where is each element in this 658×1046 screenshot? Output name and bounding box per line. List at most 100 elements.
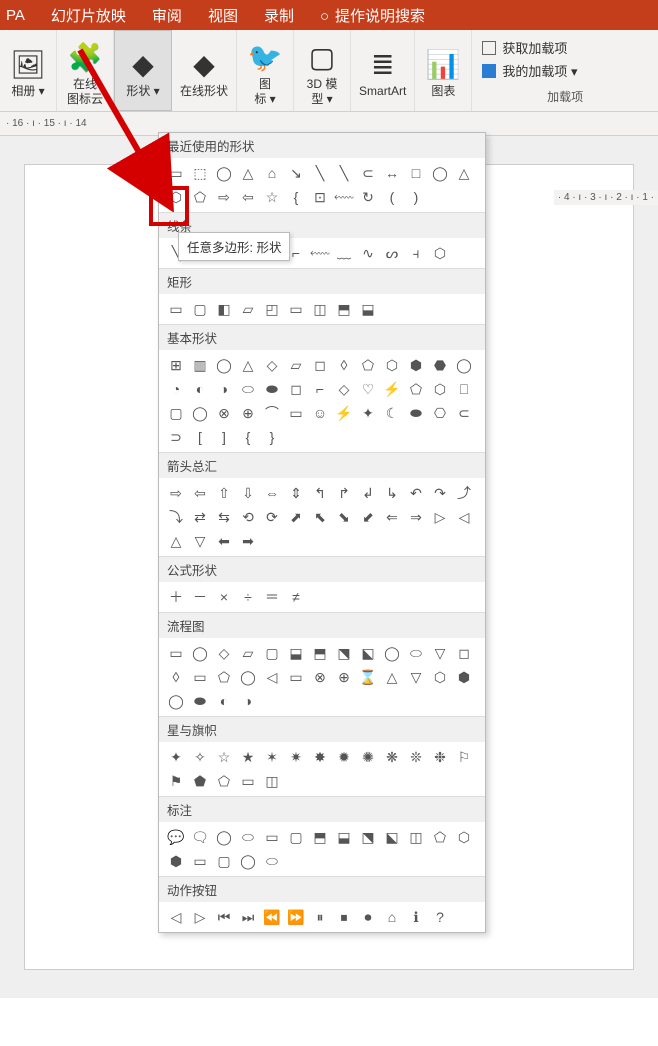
shape-item[interactable]: ◯ <box>453 354 475 376</box>
shape-item[interactable]: ⬔ <box>333 642 355 664</box>
shape-item[interactable]: ⊂ <box>453 402 475 424</box>
shape-item[interactable]: ⏮ <box>213 906 235 928</box>
shape-item[interactable]: ⬡ <box>453 826 475 848</box>
shape-item[interactable]: ⌂ <box>261 162 283 184</box>
shape-item[interactable]: ⫞ <box>405 242 427 264</box>
shape-item[interactable]: ↰ <box>309 482 331 504</box>
shape-item[interactable]: ▭ <box>165 642 187 664</box>
shape-item[interactable]: ⬬ <box>261 378 283 400</box>
shape-item[interactable]: ◯ <box>189 642 211 664</box>
tab-pa[interactable]: PA <box>6 7 25 24</box>
shape-item[interactable]: △ <box>237 354 259 376</box>
shape-item[interactable]: ◁ <box>453 506 475 528</box>
shape-item[interactable]: ⬢ <box>405 354 427 376</box>
shape-item[interactable]: ▢ <box>213 850 235 872</box>
shape-item[interactable]: ◑ <box>213 378 235 400</box>
shape-item[interactable]: ◯ <box>165 690 187 712</box>
shape-item[interactable]: ◯ <box>237 666 259 688</box>
shape-item[interactable]: ▢ <box>165 402 187 424</box>
shape-item[interactable]: ⬓ <box>333 826 355 848</box>
shape-item[interactable]: ✦ <box>165 746 187 768</box>
shape-item[interactable]: ◰ <box>261 298 283 320</box>
tab-review[interactable]: 审阅 <box>152 5 182 26</box>
shape-item[interactable]: } <box>261 426 283 448</box>
shape-item[interactable]: ◇ <box>213 642 235 664</box>
shape-item[interactable]: ↷ <box>429 482 451 504</box>
shape-item[interactable]: ▭ <box>285 666 307 688</box>
shape-item[interactable]: ▱ <box>237 642 259 664</box>
shape-item[interactable]: ↻ <box>357 186 379 208</box>
shape-item[interactable]: ↔ <box>381 162 403 184</box>
ribbon-button-2[interactable]: ◆形状 <box>114 30 172 111</box>
ribbon-button-0[interactable]: 🖼相册 <box>0 30 57 111</box>
shape-item[interactable]: ⬕ <box>357 642 379 664</box>
shape-item[interactable]: ⬠ <box>405 378 427 400</box>
shape-item[interactable]: ▽ <box>405 666 427 688</box>
shape-item[interactable]: ▽ <box>429 642 451 664</box>
shape-item[interactable]: ⊗ <box>213 402 235 424</box>
shape-item[interactable]: ⬚ <box>189 162 211 184</box>
shape-item[interactable]: ↘ <box>285 162 307 184</box>
shape-item[interactable]: ▥ <box>189 354 211 376</box>
shape-item[interactable]: ▢ <box>285 826 307 848</box>
shape-item[interactable]: × <box>213 586 235 608</box>
shape-item[interactable]: ⊞ <box>165 354 187 376</box>
shape-item[interactable]: ♡ <box>357 378 379 400</box>
shape-item[interactable]: 💬 <box>165 826 187 848</box>
shape-item[interactable]: ❉ <box>429 746 451 768</box>
shape-item[interactable]: ◐ <box>213 690 235 712</box>
shape-item[interactable]: ★ <box>237 746 259 768</box>
shape-item[interactable]: ❋ <box>381 746 403 768</box>
shape-item[interactable]: ↱ <box>333 482 355 504</box>
shape-item[interactable]: ⇦ <box>237 186 259 208</box>
my-addins[interactable]: 我的加载项 ▾ <box>482 61 648 80</box>
shape-item[interactable]: ÷ <box>237 586 259 608</box>
shape-item[interactable]: ✷ <box>285 746 307 768</box>
shape-item[interactable]: ✦ <box>357 402 379 424</box>
shape-item[interactable]: ⇩ <box>237 482 259 504</box>
shape-item[interactable]: ⟲ <box>237 506 259 528</box>
shape-item[interactable]: { <box>237 426 259 448</box>
tab-record[interactable]: 录制 <box>264 5 294 26</box>
shape-item[interactable]: ( <box>381 186 403 208</box>
shape-item[interactable]: ⬠ <box>213 770 235 792</box>
shape-item[interactable]: ) <box>405 186 427 208</box>
shape-item[interactable]: ⬅ <box>213 530 235 552</box>
shape-item[interactable]: ⬭ <box>261 850 283 872</box>
shape-item[interactable]: ▭ <box>285 402 307 424</box>
shape-item[interactable]: ⌂ <box>381 906 403 928</box>
ribbon-button-1[interactable]: 🧩在线图标云 <box>57 30 114 111</box>
shape-item[interactable]: ◔ <box>165 378 187 400</box>
shape-item[interactable]: ⎔ <box>429 402 451 424</box>
shape-item[interactable]: ⤴ <box>453 482 475 504</box>
ribbon-button-5[interactable]: ▢3D 模型 <box>294 30 351 111</box>
shape-item[interactable]: ⚡ <box>381 378 403 400</box>
shape-item[interactable]: ▽ <box>189 530 211 552</box>
shape-item[interactable]: ▭ <box>165 162 187 184</box>
shape-item[interactable]: ▢ <box>261 642 283 664</box>
shape-item[interactable]: ⌐ <box>309 378 331 400</box>
shape-item[interactable]: ⊕ <box>333 666 355 688</box>
tab-slideshow[interactable]: 幻灯片放映 <box>51 5 126 26</box>
shape-item[interactable]: ✹ <box>333 746 355 768</box>
shape-item[interactable]: ⬠ <box>189 186 211 208</box>
shape-item[interactable]: ⬔ <box>357 826 379 848</box>
shape-item[interactable]: ◇ <box>333 378 355 400</box>
shape-item[interactable]: ⬠ <box>429 826 451 848</box>
shape-item[interactable]: － <box>189 586 211 608</box>
shape-item[interactable]: ◯ <box>429 162 451 184</box>
shape-item[interactable]: ⬢ <box>453 666 475 688</box>
shape-item[interactable]: ⏪ <box>261 906 283 928</box>
shape-item[interactable]: [ <box>189 426 211 448</box>
shape-item[interactable]: ⇦ <box>189 482 211 504</box>
shape-item[interactable]: ⇕ <box>285 482 307 504</box>
shape-item[interactable]: ⬬ <box>189 690 211 712</box>
shape-item[interactable]: ⚐ <box>453 746 475 768</box>
shape-item[interactable]: ✺ <box>357 746 379 768</box>
shape-item[interactable]: ◯ <box>381 642 403 664</box>
shape-item[interactable]: ▭ <box>165 298 187 320</box>
shape-item[interactable]: ⬳ <box>309 242 331 264</box>
tell-me-search[interactable]: 提作说明搜索 <box>320 5 425 26</box>
shape-item[interactable]: ⊂ <box>357 162 379 184</box>
shape-item[interactable]: ⬠ <box>357 354 379 376</box>
